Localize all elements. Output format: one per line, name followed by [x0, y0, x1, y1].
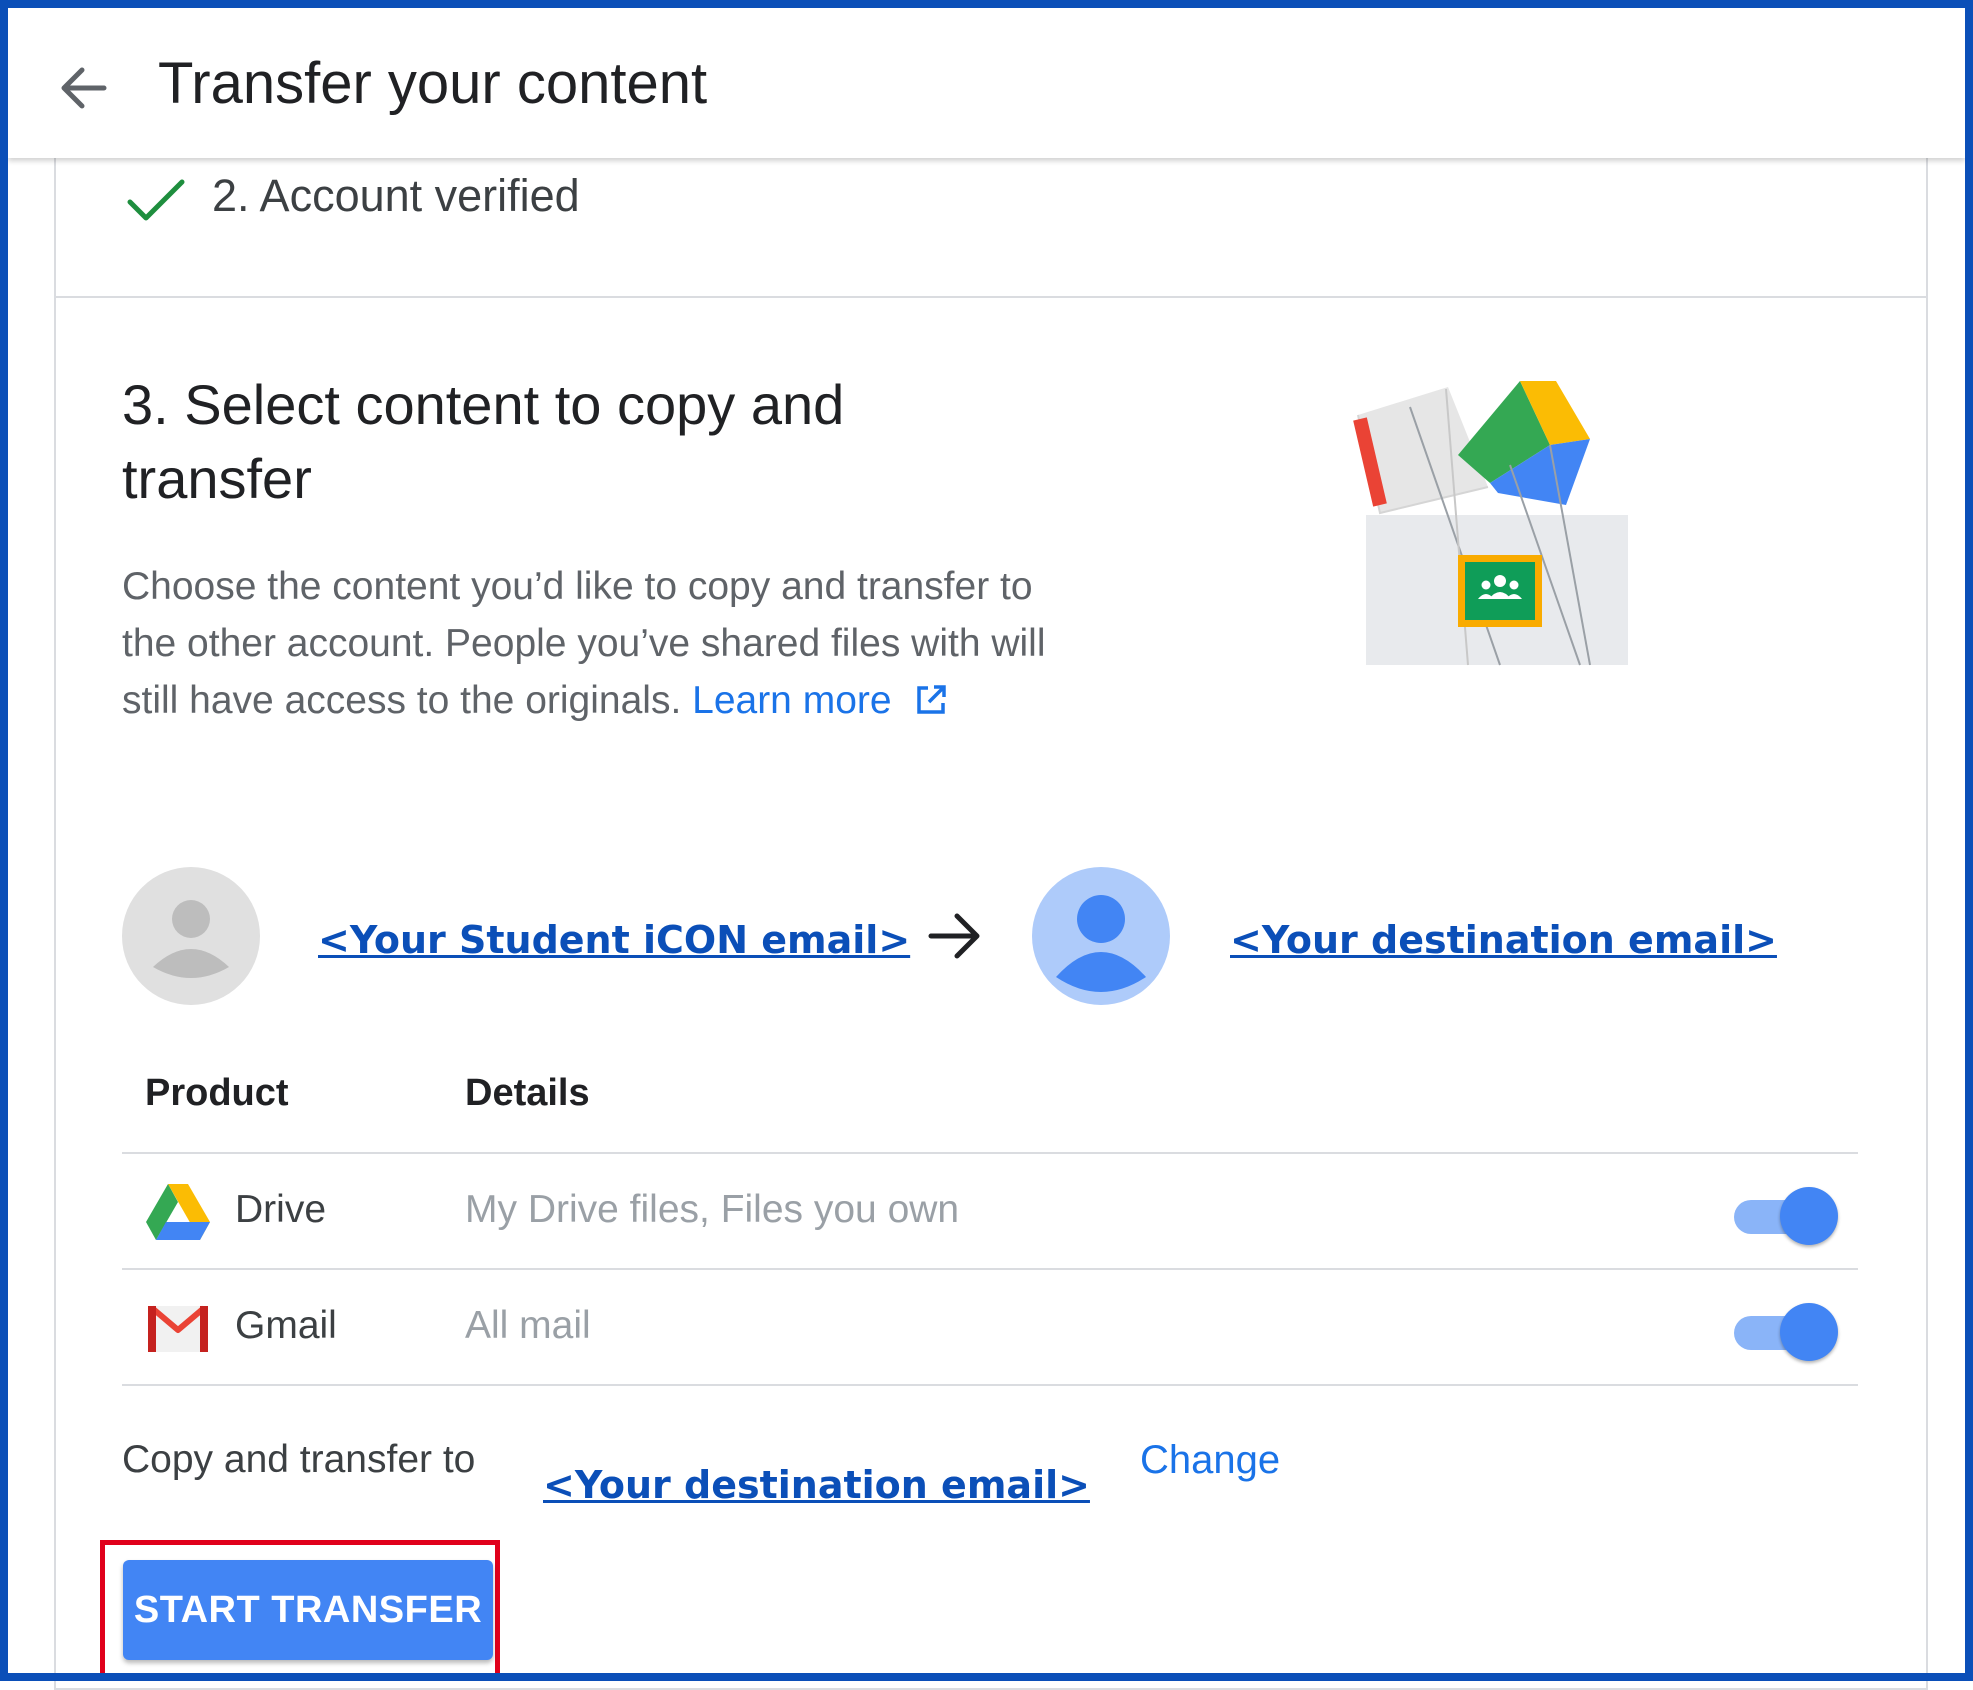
back-button[interactable] — [52, 56, 116, 120]
destination-avatar — [1032, 867, 1170, 1005]
section-description: Choose the content you’d like to copy an… — [122, 558, 1082, 729]
product-name: Gmail — [235, 1304, 337, 1347]
toggle-thumb — [1780, 1303, 1838, 1361]
drive-toggle[interactable] — [1730, 1186, 1840, 1246]
page-title: Transfer your content — [158, 51, 708, 116]
product-name: Drive — [235, 1188, 327, 1231]
transfer-illustration — [1350, 375, 1630, 675]
start-transfer-button[interactable]: START TRANSFER — [123, 1560, 493, 1660]
section-title: 3. Select content to copy and transfer — [122, 373, 845, 510]
step-label: 2. Account verified — [212, 170, 580, 221]
arrow-left-icon — [61, 67, 107, 109]
footer-destination-email[interactable]: <Your destination email> — [543, 1463, 1090, 1507]
column-header-product: Product — [145, 1072, 289, 1114]
product-details: All mail — [465, 1304, 591, 1347]
arrow-right-icon — [928, 913, 980, 959]
check-icon — [127, 179, 185, 221]
copy-transfer-label: Copy and transfer to — [122, 1438, 476, 1481]
source-email[interactable]: <Your Student iCON email> — [318, 918, 910, 962]
column-header-details: Details — [465, 1072, 590, 1114]
product-details: My Drive files, Files you own — [465, 1188, 960, 1231]
source-avatar — [122, 867, 260, 1005]
section-divider — [56, 296, 1926, 298]
destination-email[interactable]: <Your destination email> — [1230, 918, 1777, 962]
open-in-new-icon[interactable] — [914, 683, 948, 717]
description-text: Choose the content you’d like to copy an… — [122, 565, 1046, 722]
toggle-thumb — [1780, 1187, 1838, 1245]
app-header: Transfer your content — [8, 8, 1965, 158]
learn-more-link[interactable]: Learn more — [692, 679, 891, 722]
gmail-toggle[interactable] — [1730, 1302, 1840, 1362]
change-destination-link[interactable]: Change — [1140, 1438, 1280, 1483]
table-row-drive: Drive My Drive files, Files you own — [122, 1154, 1858, 1268]
table-divider — [122, 1384, 1858, 1386]
google-drive-icon — [146, 1184, 210, 1240]
table-row-gmail: Gmail All mail — [122, 1270, 1858, 1384]
gmail-icon — [148, 1305, 208, 1352]
